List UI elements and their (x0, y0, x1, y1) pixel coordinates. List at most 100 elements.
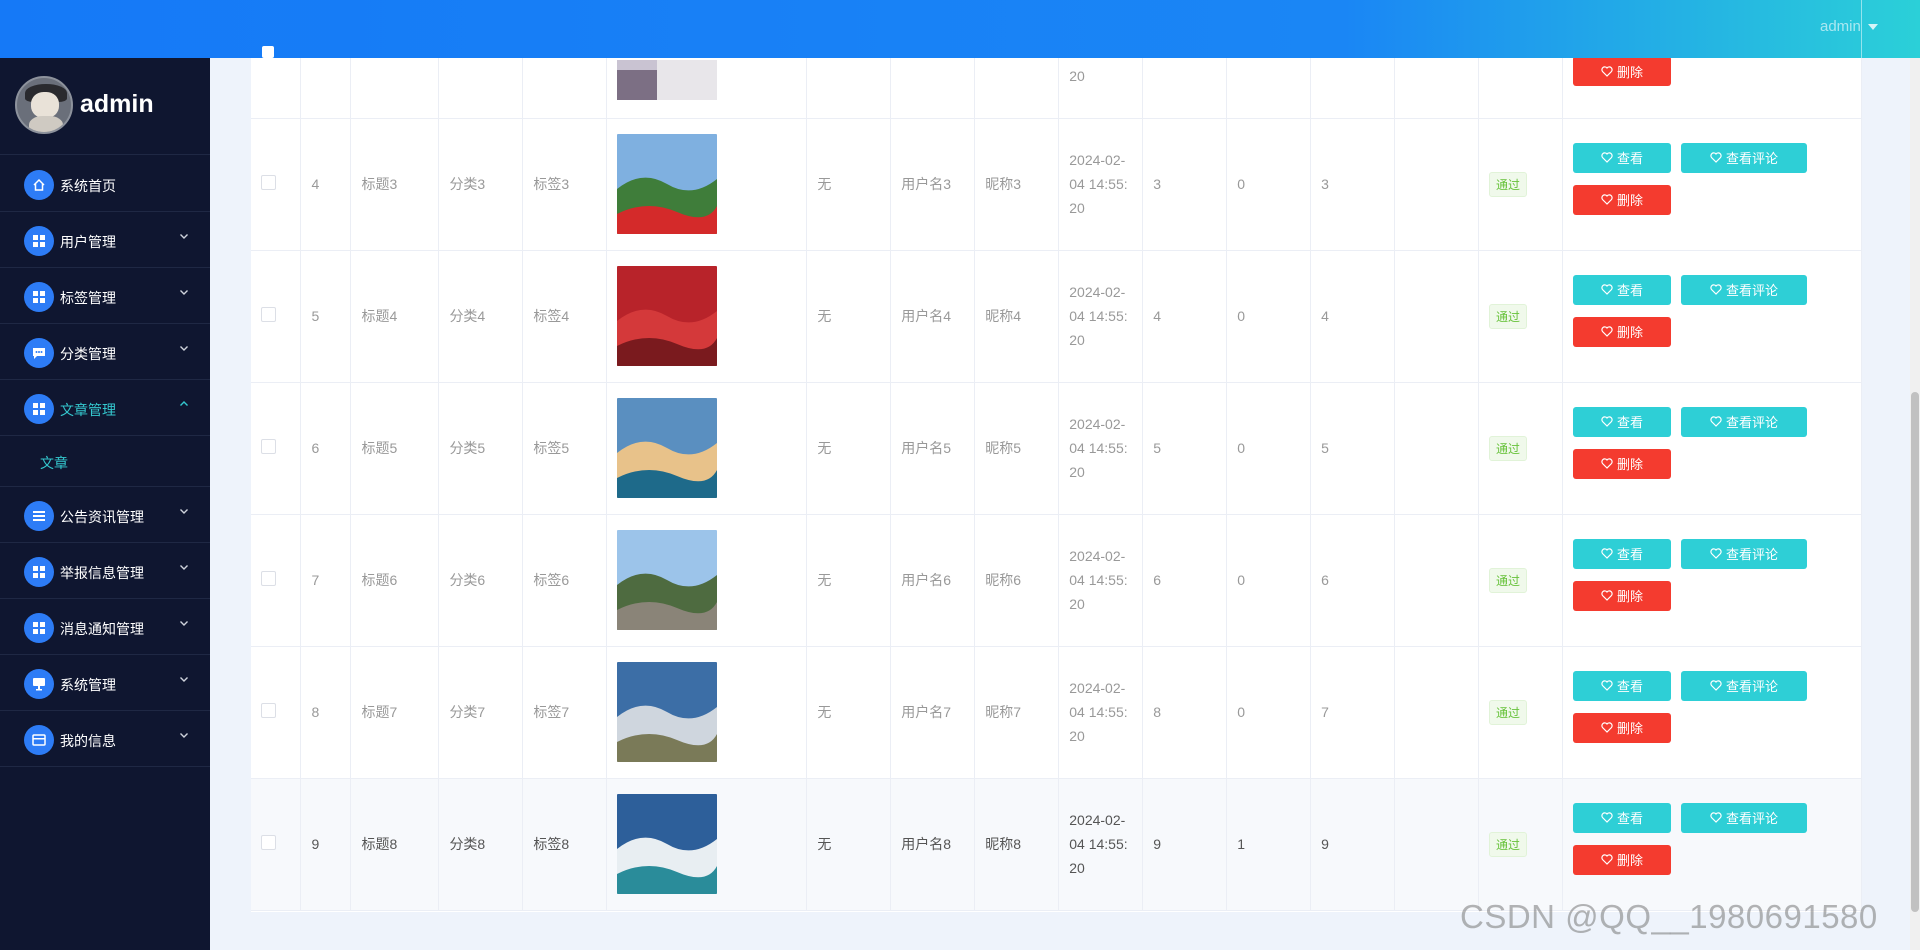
cell-date-line1: 2024-02- (1069, 152, 1126, 168)
heart-icon (1601, 680, 1613, 691)
cell-extra: 无 (817, 308, 832, 324)
heart-icon (1601, 194, 1613, 205)
cell-category: 分类6 (449, 572, 486, 588)
heart-icon (1710, 284, 1722, 295)
chevron-down-icon[interactable] (178, 616, 190, 632)
view-button[interactable]: 查看 (1573, 406, 1672, 437)
cell-date-line2: 04 14:55: (1069, 308, 1128, 324)
sidebar-item-9[interactable]: 我的信息 (0, 711, 210, 767)
article-table-grid: 20 删除 4 标题3 分类3 标签3 无 用户名3 昵称3 2024-02- 04 14:55… (251, 0, 1862, 911)
row-checkbox[interactable] (261, 703, 276, 718)
view-comments-button[interactable]: 查看评论 (1681, 670, 1808, 701)
sidebar-item-6[interactable]: 举报信息管理 (0, 543, 210, 599)
header-divider (1861, 0, 1862, 58)
sidebar-item-7[interactable]: 消息通知管理 (0, 599, 210, 655)
sidebar-item-label: 分类管理 (60, 346, 116, 362)
article-thumbnail[interactable] (617, 398, 718, 498)
chevron-down-icon[interactable] (178, 341, 190, 357)
row-checkbox[interactable] (261, 835, 276, 850)
cell-title: 标题8 (361, 836, 398, 852)
sidebar-item-label: 公告资讯管理 (60, 509, 144, 525)
sidebar-item-8[interactable]: 系统管理 (0, 655, 210, 711)
article-thumbnail[interactable] (617, 530, 718, 630)
cell-n1: 6 (1153, 572, 1162, 588)
cell-extra: 无 (817, 572, 832, 588)
view-button[interactable]: 查看 (1573, 274, 1672, 305)
cell-date-line2: 04 14:55: (1069, 704, 1128, 720)
table-row: 6 标题5 分类5 标签5 无 用户名5 昵称5 2024-02- 04 14:55: 20 5 0 5… (251, 382, 1862, 515)
cell-date-line2: 04 14:55: (1069, 572, 1128, 588)
article-thumbnail[interactable] (617, 59, 718, 100)
sidebar-item-4[interactable]: 文章管理 (0, 380, 210, 436)
sidebar-item-1[interactable]: 用户管理 (0, 212, 210, 268)
scrollbar-thumb[interactable] (1911, 392, 1919, 912)
row-checkbox[interactable] (261, 307, 276, 322)
heart-icon (1601, 548, 1613, 559)
sidebar-item-label: 标签管理 (60, 290, 116, 306)
view-comments-button[interactable]: 查看评论 (1681, 274, 1808, 305)
delete-button[interactable]: 删除 (1573, 184, 1672, 215)
cell-nickname: 昵称3 (985, 176, 1022, 192)
cell-date-line2: 04 14:55: (1069, 176, 1128, 192)
delete-button[interactable]: 删除 (1573, 844, 1672, 875)
delete-button[interactable]: 删除 (1573, 448, 1672, 479)
sidebar-item-5[interactable]: 公告资讯管理 (0, 487, 210, 543)
cell-id: 8 (311, 704, 320, 720)
view-button[interactable]: 查看 (1573, 802, 1672, 833)
header-checkbox[interactable] (262, 46, 274, 58)
view-button[interactable]: 查看 (1573, 670, 1672, 701)
sidebar-item-label: 我的信息 (60, 733, 116, 749)
view-button[interactable]: 查看 (1573, 538, 1672, 569)
chevron-down-icon[interactable] (178, 504, 190, 520)
article-thumbnail[interactable] (617, 134, 718, 234)
row-checkbox[interactable] (261, 175, 276, 190)
heart-icon (1710, 152, 1722, 163)
delete-button[interactable]: 删除 (1573, 316, 1672, 347)
article-thumbnail[interactable] (617, 266, 718, 366)
cell-tag: 标签8 (533, 836, 570, 852)
sidebar-item-3[interactable]: 分类管理 (0, 324, 210, 380)
cell-id: 5 (311, 308, 320, 324)
home-icon (24, 170, 54, 200)
cell-n3: 5 (1321, 440, 1329, 456)
list-icon (24, 501, 54, 531)
view-button[interactable]: 查看 (1573, 142, 1672, 173)
cell-extra: 无 (817, 836, 832, 852)
sidebar-subitem-article[interactable]: 文章 (0, 436, 210, 487)
cell-n2: 0 (1237, 176, 1245, 192)
article-thumbnail[interactable] (617, 662, 718, 762)
sidebar-item-0[interactable]: 系统首页 (0, 156, 210, 212)
chevron-up-icon[interactable] (178, 397, 190, 413)
sidebar-item-2[interactable]: 标签管理 (0, 268, 210, 324)
chevron-down-icon[interactable] (178, 560, 190, 576)
cell-date-line3: 20 (1069, 860, 1085, 876)
cell-date-line1: 2024-02- (1069, 812, 1126, 828)
cell-nickname: 昵称6 (985, 572, 1022, 588)
cell-id: 9 (311, 836, 320, 852)
avatar[interactable] (15, 76, 73, 134)
chevron-down-icon[interactable] (178, 229, 190, 245)
row-checkbox[interactable] (261, 571, 276, 586)
cell-n1: 9 (1153, 836, 1162, 852)
cell-tag: 标签7 (533, 704, 570, 720)
delete-button[interactable]: 删除 (1573, 56, 1672, 86)
chevron-down-icon[interactable] (178, 672, 190, 688)
view-comments-button[interactable]: 查看评论 (1681, 802, 1808, 833)
row-checkbox[interactable] (261, 439, 276, 454)
view-comments-button[interactable]: 查看评论 (1681, 406, 1808, 437)
delete-button[interactable]: 删除 (1573, 580, 1672, 611)
header-username[interactable]: admin (1820, 18, 1861, 35)
cell-extra: 无 (817, 704, 832, 720)
chevron-down-icon[interactable] (178, 285, 190, 301)
user-dropdown-caret-icon[interactable] (1868, 24, 1878, 30)
status-badge: 通过 (1489, 171, 1528, 197)
view-comments-button[interactable]: 查看评论 (1681, 538, 1808, 569)
watermark: CSDN @QQ__1980691580 (1460, 898, 1878, 935)
view-comments-button[interactable]: 查看评论 (1681, 142, 1808, 173)
chevron-down-icon[interactable] (178, 728, 190, 744)
status-badge: 通过 (1489, 567, 1528, 593)
article-thumbnail[interactable] (617, 794, 718, 894)
page-scrollbar[interactable] (1910, 0, 1920, 950)
cell-title: 标题7 (361, 704, 398, 720)
delete-button[interactable]: 删除 (1573, 712, 1672, 743)
